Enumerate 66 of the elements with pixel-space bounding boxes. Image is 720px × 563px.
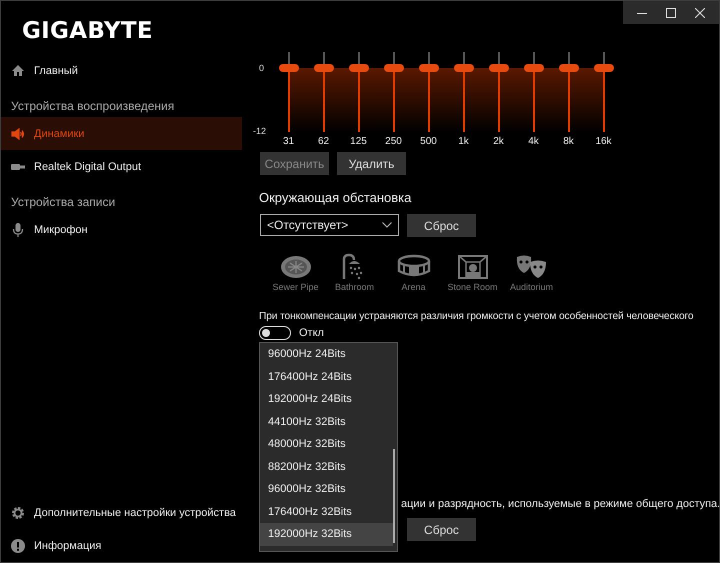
settings-icon [11,506,25,520]
section-title: Устройства воспроизведения [10,99,174,113]
slider-thumb[interactable] [454,64,474,72]
grate-icon[interactable] [278,253,312,281]
dropdown-option[interactable]: 48000Hz 32Bits [260,433,393,456]
nav-item[interactable]: Информация [1,529,242,562]
preset-label: Sewer Pipe [272,282,319,292]
chevron-down-icon [382,222,392,228]
speaker-icon [11,126,25,140]
dropdown-option[interactable]: 44100Hz 32Bits [260,410,393,433]
scale-label: 0 [259,63,264,73]
preset-label: Auditorium [510,282,554,292]
frequency-label: 31 [282,136,294,147]
frequency-label: 500 [420,136,437,147]
frequency-label: 4k [528,136,539,147]
preset-label: Bathroom [334,282,374,292]
slider-thumb[interactable] [278,64,298,72]
logo: GIGABYTE [22,18,153,44]
nav-item[interactable]: Микрофон [1,213,242,246]
slider-thumb[interactable] [348,64,368,72]
frequency-label: 16k [595,136,612,147]
theater-masks-icon[interactable] [514,253,548,281]
frequency-label: 8k [563,136,574,147]
maximize-icon[interactable] [666,8,676,18]
frequency-label: 125 [350,136,367,147]
dropdown-option[interactable]: 88200Hz 32Bits [260,456,393,478]
slider-thumb[interactable] [488,64,508,72]
slider-thumb[interactable] [418,64,438,72]
scale-label: -12 [253,126,266,136]
preset-label: Arena [401,282,426,292]
reset-button[interactable]: Сброс [407,518,476,541]
nav-item[interactable]: Дополнительные настройки устройства [1,496,242,529]
dropdown-option[interactable]: 176400Hz 24Bits [260,366,393,388]
nav-item[interactable]: Главный [1,54,242,87]
frequency-label: 1k [458,136,469,147]
toggle-label: Откл [299,327,324,339]
dropdown-option[interactable]: 192000Hz 24Bits [260,388,393,410]
dropdown-option[interactable]: 192000Hz 32Bits [260,523,393,546]
description-text: ации и разрядность, используемые в режиме общего доступа. [400,498,719,510]
frequency-label: 2k [493,136,504,147]
description-text: При тонкомпенсации устраняются различия громкости с учетом особенностей человеческого [259,311,694,322]
section-title: Устройства записи [10,195,116,209]
nav-item[interactable]: Realtek Digital Output [1,150,242,183]
slider-thumb[interactable] [314,64,334,72]
section-heading: Окружающая обстановка [259,190,412,205]
scrollbar[interactable] [393,449,395,543]
dropdown-option[interactable]: 176400Hz 32Bits [260,500,393,523]
frequency-label: 250 [385,136,402,147]
delete-button[interactable]: Удалить [337,152,406,175]
environment-select[interactable]: <Отсутствует> [260,214,399,236]
slider-thumb[interactable] [524,64,544,72]
slider-thumb[interactable] [558,64,578,72]
preset-label: Stone Room [447,282,498,292]
close-icon[interactable] [695,8,706,18]
reset-button[interactable]: Сброс [407,214,476,237]
toggle-switch[interactable] [259,326,291,340]
dropdown-option[interactable]: 96000Hz 32Bits [260,478,393,500]
room-icon[interactable] [456,253,490,281]
microphone-icon [11,222,25,236]
frequency-label: 62 [318,136,330,147]
info-icon [11,538,25,552]
home-icon [11,64,25,78]
nav-item[interactable]: Динамики [1,117,242,150]
slider-thumb[interactable] [594,64,614,72]
slider-thumb[interactable] [384,64,404,72]
dropdown-option[interactable]: 96000Hz 24Bits [260,343,393,366]
